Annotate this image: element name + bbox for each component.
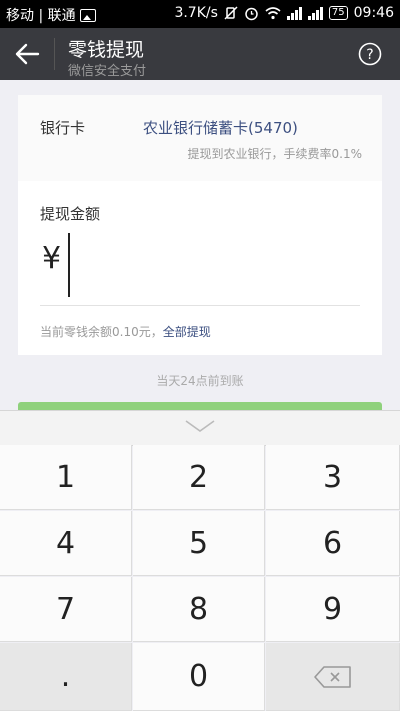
key-backspace[interactable] (266, 643, 400, 711)
key-1[interactable]: 1 (0, 445, 132, 510)
back-arrow-icon[interactable] (14, 42, 40, 66)
battery-icon: 75 (328, 6, 348, 20)
signal-icon (286, 6, 302, 20)
wifi-icon (265, 6, 281, 19)
key-3[interactable]: 3 (266, 445, 400, 510)
key-7[interactable]: 7 (0, 577, 132, 642)
confirm-withdraw-button[interactable] (18, 402, 382, 410)
key-0[interactable]: 0 (133, 643, 265, 711)
title-bar: 零钱提现 微信安全支付 ? (0, 28, 400, 80)
arrival-note: 当天24点前到账 (156, 374, 244, 388)
withdraw-all-link[interactable]: 全部提现 (163, 325, 211, 339)
bank-card-name[interactable]: 农业银行储蓄卡(5470) (143, 117, 298, 138)
key-2[interactable]: 2 (133, 445, 265, 510)
chevron-down-icon[interactable] (184, 419, 216, 433)
clock: 09:46 (353, 5, 394, 21)
backspace-icon (313, 665, 351, 688)
help-icon[interactable]: ? (358, 42, 382, 66)
amount-label: 提现金额 (40, 205, 101, 223)
key-8[interactable]: 8 (133, 577, 265, 642)
key-decimal[interactable]: . (0, 643, 132, 711)
title-divider (54, 38, 55, 70)
mute-vibrate-icon (224, 6, 238, 20)
balance-text: 当前零钱余额0.10元，全部提现 (40, 323, 211, 340)
key-5[interactable]: 5 (133, 511, 265, 576)
bank-card-selector[interactable]: 银行卡 农业银行储蓄卡(5470) 提现到农业银行，手续费率0.1% (18, 95, 382, 181)
bank-fee-note: 提现到农业银行，手续费率0.1% (187, 147, 363, 161)
amount-input-cursor[interactable] (68, 233, 70, 297)
image-notification-icon (79, 8, 96, 22)
page-title: 零钱提现 (68, 39, 145, 61)
network-speed: 3.7K/s (174, 5, 218, 21)
key-6[interactable]: 6 (266, 511, 400, 576)
amount-input-underline (40, 305, 360, 306)
carrier-text: 移动 | 联通 (6, 8, 76, 24)
alarm-icon (245, 7, 258, 20)
withdraw-card: 银行卡 农业银行储蓄卡(5470) 提现到农业银行，手续费率0.1% 提现金额 … (18, 95, 382, 355)
status-bar: 移动 | 联通 3.7K/s 75 09:46 (0, 0, 400, 28)
signal-icon-2 (307, 6, 323, 20)
key-4[interactable]: 4 (0, 511, 132, 576)
keypad-header (0, 410, 400, 446)
page-subtitle: 微信安全支付 (68, 64, 147, 79)
key-9[interactable]: 9 (266, 577, 400, 642)
numeric-keypad: 1 2 3 4 5 6 7 8 9 . 0 (0, 445, 400, 711)
bank-card-label: 银行卡 (40, 119, 86, 137)
svg-text:?: ? (366, 47, 373, 63)
balance-amount: 当前零钱余额0.10元， (40, 325, 163, 339)
currency-symbol: ¥ (42, 241, 62, 276)
